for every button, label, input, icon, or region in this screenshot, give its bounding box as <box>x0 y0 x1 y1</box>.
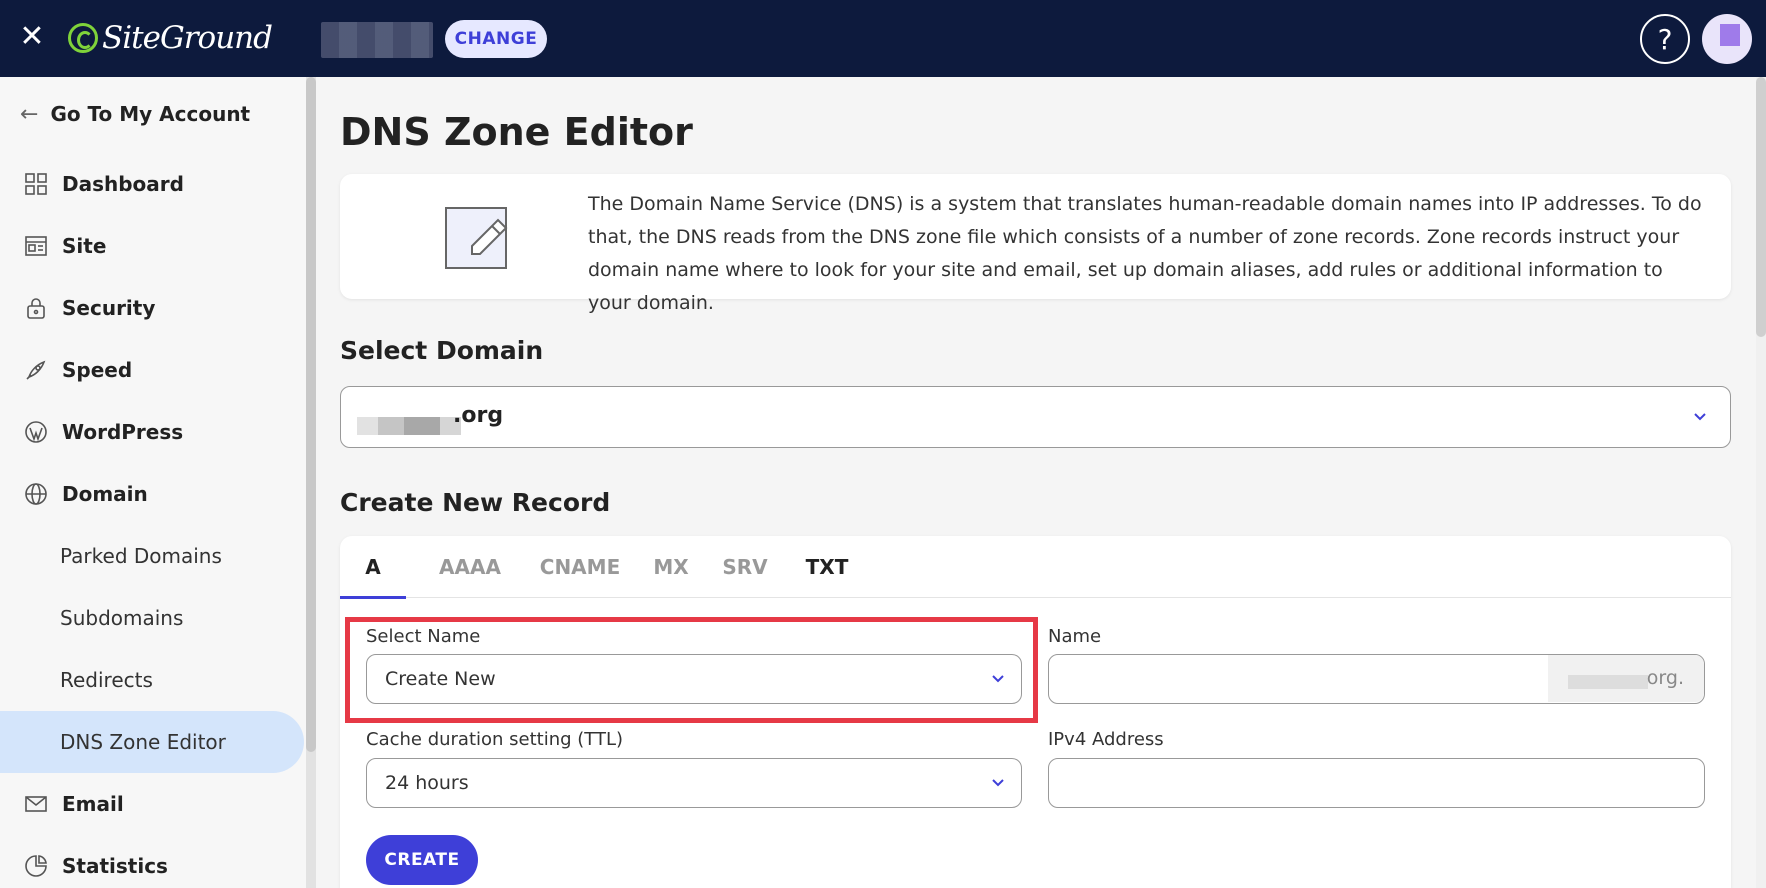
sidebar-item-dashboard[interactable]: Dashboard <box>0 153 304 215</box>
main-scrollbar-thumb[interactable] <box>1756 77 1766 337</box>
go-to-my-account-link[interactable]: ← Go To My Account <box>20 98 250 130</box>
globe-icon <box>24 482 48 506</box>
lock-icon <box>24 296 48 320</box>
name-suffix-text: org. <box>1646 667 1684 689</box>
page-title: DNS Zone Editor <box>340 110 693 154</box>
back-link-label: Go To My Account <box>50 102 251 126</box>
highlight-box <box>345 617 1038 723</box>
sidebar-item-security[interactable]: Security <box>0 277 304 339</box>
sidebar-item-speed[interactable]: Speed <box>0 339 304 401</box>
dns-description: The Domain Name Service (DNS) is a syste… <box>588 193 1702 314</box>
siteground-logo[interactable]: SiteGround <box>68 17 273 59</box>
change-site-button[interactable]: CHANGE <box>445 20 547 58</box>
ttl-dropdown[interactable]: 24 hours <box>366 758 1022 808</box>
name-label: Name <box>1048 626 1102 647</box>
sidebar-subitem-subdomains[interactable]: Subdomains <box>0 587 304 649</box>
tab-cname[interactable]: CNAME <box>530 536 630 598</box>
redacted-domain <box>357 417 461 435</box>
sidebar-item-label: Site <box>62 234 107 258</box>
tab-txt[interactable]: TXT <box>792 536 862 598</box>
sidebar-subitem-redirects[interactable]: Redirects <box>0 649 304 711</box>
sidebar-subitem-parked-domains[interactable]: Parked Domains <box>0 525 304 587</box>
ttl-label: Cache duration setting (TTL) <box>366 729 624 750</box>
avatar[interactable] <box>1702 14 1752 64</box>
tab-mx[interactable]: MX <box>640 536 702 598</box>
sidebar-item-label: Speed <box>62 358 133 382</box>
wordpress-icon <box>24 420 48 444</box>
sidebar-item-label: Email <box>62 792 124 816</box>
sidebar-item-statistics[interactable]: Statistics <box>0 835 304 888</box>
site-thumbnail <box>321 22 433 58</box>
redacted-suffix <box>1568 675 1648 689</box>
close-icon[interactable]: ✕ <box>18 22 46 54</box>
tab-srv[interactable]: SRV <box>710 536 780 598</box>
create-record-heading: Create New Record <box>340 488 611 517</box>
domain-select[interactable]: .org <box>340 386 1731 448</box>
edit-document-icon <box>440 196 520 276</box>
rocket-icon <box>24 358 48 382</box>
info-card: The Domain Name Service (DNS) is a syste… <box>340 174 1731 314</box>
chevron-down-icon <box>989 773 1011 795</box>
mail-icon <box>24 792 48 816</box>
logo-text: SiteGround <box>102 20 273 56</box>
record-type-tabs: A AAAA CNAME MX SRV TXT <box>340 536 1731 599</box>
sidebar-item-label: Domain <box>62 482 148 506</box>
chevron-down-icon <box>1691 407 1713 429</box>
ipv4-label: IPv4 Address <box>1048 729 1164 750</box>
pie-chart-icon <box>24 854 48 878</box>
ttl-value: 24 hours <box>385 772 469 794</box>
selected-domain: .org <box>453 403 504 428</box>
select-domain-heading: Select Domain <box>340 336 544 365</box>
name-input[interactable]: org. <box>1048 654 1705 704</box>
sidebar-item-wordpress[interactable]: WordPress <box>0 401 304 463</box>
sidebar-item-label: WordPress <box>62 420 184 444</box>
ipv4-input[interactable] <box>1048 758 1705 808</box>
sidebar-item-label: Dashboard <box>62 172 184 196</box>
tab-aaaa[interactable]: AAAA <box>422 536 518 598</box>
sidebar-item-label: Security <box>62 296 156 320</box>
sidebar-item-domain[interactable]: Domain <box>0 463 304 525</box>
domain-suffix: org. <box>1548 655 1704 702</box>
arrow-left-icon: ← <box>20 101 39 127</box>
sidebar-subitem-dns-zone-editor[interactable]: DNS Zone Editor <box>0 711 304 773</box>
create-button[interactable]: CREATE <box>366 835 478 885</box>
sidebar-item-label: Statistics <box>62 854 168 878</box>
help-icon[interactable]: ? <box>1640 14 1690 64</box>
sidebar-item-site[interactable]: Site <box>0 215 304 277</box>
dashboard-icon <box>24 172 48 196</box>
logo-icon <box>68 23 98 53</box>
site-icon <box>24 234 48 258</box>
sidebar-scrollbar-thumb[interactable] <box>306 77 316 752</box>
tab-a[interactable]: A <box>340 536 406 599</box>
sidebar-item-email[interactable]: Email <box>0 773 304 835</box>
